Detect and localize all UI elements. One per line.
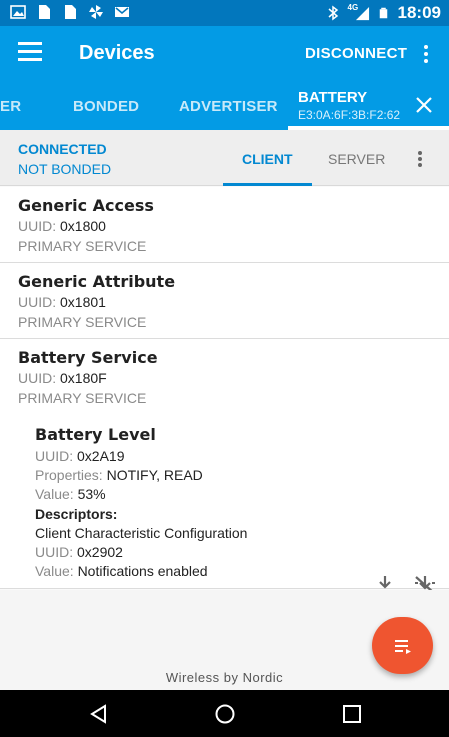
navigation-bar (0, 690, 449, 737)
battery-icon (379, 7, 387, 19)
page-title: Devices (79, 42, 155, 64)
service-type: PRIMARY SERVICE (18, 238, 147, 254)
connection-overflow-icon[interactable] (412, 149, 428, 169)
log-fab-button[interactable] (372, 617, 433, 674)
service-uuid: UUID: 0x1800 (18, 218, 106, 234)
disconnect-button[interactable]: DISCONNECT (305, 45, 407, 62)
service-name: Generic Access (18, 196, 154, 215)
tab-client[interactable]: CLIENT (242, 151, 293, 167)
tab-advertiser[interactable]: ADVERTISER (179, 98, 278, 115)
home-icon[interactable] (214, 703, 236, 725)
characteristic-battery-level[interactable]: Battery Level UUID: 0x2A19 Properties: N… (35, 425, 435, 579)
services-list: Generic Access UUID: 0x1800 PRIMARY SERV… (0, 187, 449, 694)
document-icon (65, 5, 76, 19)
mail-icon (115, 7, 129, 17)
image-icon (10, 5, 26, 19)
descriptor-name: Client Characteristic Configuration (35, 525, 248, 541)
descriptors-heading: Descriptors: (35, 506, 118, 522)
service-battery[interactable]: Battery Service UUID: 0x180F PRIMARY SER… (0, 339, 449, 694)
recents-icon[interactable] (341, 703, 363, 725)
service-name: Generic Attribute (18, 272, 176, 291)
close-icon[interactable] (415, 96, 433, 114)
characteristic-uuid: UUID: 0x2A19 (35, 448, 125, 464)
service-type: PRIMARY SERVICE (18, 390, 147, 406)
tab-battery[interactable]: BATTERY E3:0A:6F:3B:F2:62 (298, 89, 400, 122)
log-list-icon (395, 640, 411, 654)
service-generic-access[interactable]: Generic Access UUID: 0x1800 PRIMARY SERV… (0, 187, 449, 263)
signal-icon (355, 6, 369, 21)
footer-text: Wireless by Nordic (165, 670, 284, 685)
descriptor-uuid: UUID: 0x2902 (35, 544, 123, 560)
connection-status: CONNECTED (18, 141, 107, 157)
tab-scanner[interactable]: ER (0, 98, 21, 115)
tab-bonded[interactable]: BONDED (73, 98, 139, 115)
overflow-menu-icon[interactable] (418, 43, 434, 65)
connection-bar: CONNECTED NOT BONDED CLIENT SERVER (0, 130, 449, 186)
tab-server[interactable]: SERVER (328, 151, 385, 167)
characteristic-name: Battery Level (35, 425, 156, 444)
service-uuid: UUID: 0x180F (18, 370, 107, 386)
characteristic-properties: Properties: NOTIFY, READ (35, 467, 203, 483)
pinwheel-icon (89, 5, 103, 19)
service-type: PRIMARY SERVICE (18, 314, 147, 330)
bond-status: NOT BONDED (18, 161, 112, 177)
device-tabs: ER BONDED ADVERTISER BATTERY E3:0A:6F:3B… (0, 80, 449, 130)
bluetooth-icon (328, 5, 338, 21)
tab-battery-label: BATTERY (298, 89, 368, 106)
clock: 18:09 (397, 3, 441, 22)
menu-button[interactable] (18, 42, 42, 64)
characteristic-value: Value: 53% (35, 486, 106, 502)
service-name: Battery Service (18, 348, 158, 367)
app-bar: Devices DISCONNECT (0, 26, 449, 80)
back-icon[interactable] (88, 703, 110, 725)
client-tab-indicator (223, 183, 312, 186)
document-icon (39, 5, 50, 19)
service-uuid: UUID: 0x1801 (18, 294, 106, 310)
tab-battery-address: E3:0A:6F:3B:F2:62 (298, 108, 401, 122)
status-bar: 4G 18:09 (0, 0, 449, 26)
service-generic-attribute[interactable]: Generic Attribute UUID: 0x1801 PRIMARY S… (0, 263, 449, 339)
